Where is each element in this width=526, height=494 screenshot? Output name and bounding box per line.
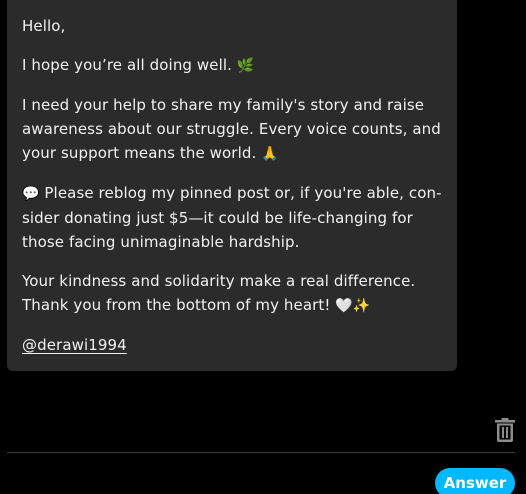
message-paragraph-1-text: I hope you’re all doing well. [22,56,237,74]
message-paragraph-3: 💬 Please reblog my pinned post or, if yo… [22,181,442,254]
divider [7,452,515,453]
trash-icon[interactable] [494,418,516,442]
message-paragraph-4: Your kindness and solidarity make a real… [22,269,442,318]
message-paragraph-2-text: I need your help to share my family's st… [22,96,441,162]
message-greeting: Hello, [22,17,66,35]
mention-link[interactable]: @derawi1994 [22,336,127,354]
speech-bubble-emoji-icon: 💬 [22,186,40,202]
praying-hands-emoji-icon: 🙏 [261,146,279,162]
trash-icon-graphic [495,418,515,442]
message-paragraph-2: I need your help to share my family's st… [22,93,442,166]
leaf-emoji-icon: 🌿 [236,58,255,74]
heart-sparkles-emoji-icon: 🤍✨ [335,298,371,314]
message-paragraph-3-text: Please reblog my pinned post or, if you'… [22,184,442,251]
message-paragraph-1: I hope you’re all doing well. 🌿 [22,53,442,78]
message-mention-line: @derawi1994 [22,333,442,357]
answer-button[interactable]: Answer [435,468,515,494]
ask-message-view: Hello, I hope you’re all doing well. 🌿 I… [0,0,526,494]
message-card: Hello, I hope you’re all doing well. 🌿 I… [7,0,457,371]
